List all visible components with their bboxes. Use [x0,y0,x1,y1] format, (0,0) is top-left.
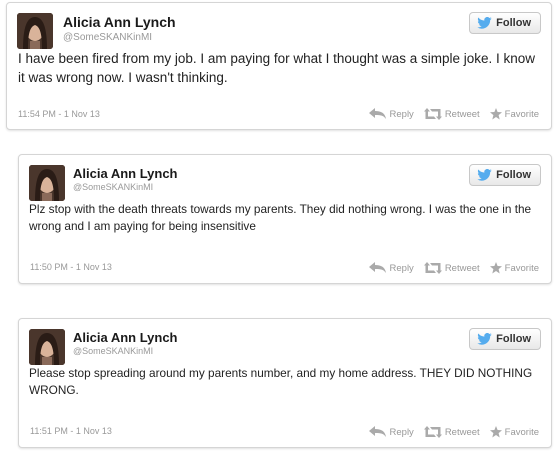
twitter-bird-icon [477,333,492,345]
follow-label: Follow [496,169,531,181]
twitter-bird-icon [477,169,492,181]
reply-button[interactable]: Reply [368,108,414,120]
author-name[interactable]: Alicia Ann Lynch [73,330,178,345]
favorite-label: Favorite [504,426,539,438]
retweet-label: Retweet [444,426,480,438]
tweet-card: Alicia Ann Lynch @SomeSKANKinMI Follow P… [18,318,552,448]
favorite-button[interactable]: Favorite [489,426,539,438]
retweet-button[interactable]: Retweet [423,108,480,120]
follow-button[interactable]: Follow [469,12,541,34]
author-name[interactable]: Alicia Ann Lynch [63,14,176,30]
retweet-icon [423,426,442,438]
avatar-image [17,13,53,49]
follow-label: Follow [496,333,531,345]
avatar[interactable] [29,165,65,201]
avatar-image [29,165,65,201]
retweet-icon [423,108,442,120]
reply-button[interactable]: Reply [368,426,414,438]
reply-icon [368,262,386,273]
reply-icon [368,108,386,119]
reply-label: Reply [389,262,414,274]
retweet-icon [423,262,442,274]
tweet-actions: Reply Retweet Favorite [368,262,539,274]
star-icon [489,108,502,120]
author-handle[interactable]: @SomeSKANKinMI [63,32,152,43]
tweet-timestamp[interactable]: 11:50 PM - 1 Nov 13 [30,262,112,272]
reply-icon [368,426,386,437]
tweet-timestamp[interactable]: 11:51 PM - 1 Nov 13 [30,426,112,436]
reply-button[interactable]: Reply [368,262,414,274]
favorite-button[interactable]: Favorite [489,108,539,120]
star-icon [489,426,502,438]
reply-label: Reply [389,108,414,120]
retweet-label: Retweet [444,262,480,274]
favorite-label: Favorite [504,108,539,120]
follow-button[interactable]: Follow [469,328,541,350]
tweet-timestamp[interactable]: 11:54 PM - 1 Nov 13 [18,109,100,119]
follow-label: Follow [496,17,531,29]
star-icon [489,262,502,274]
avatar[interactable] [29,329,65,365]
tweet-actions: Reply Retweet Favorite [368,426,539,438]
author-handle[interactable]: @SomeSKANKinMI [73,346,153,356]
tweet-card: Alicia Ann Lynch @SomeSKANKinMI Follow I… [6,2,552,130]
favorite-button[interactable]: Favorite [489,262,539,274]
retweet-label: Retweet [444,108,480,120]
tweet-text: Please stop spreading around my parents … [29,366,533,397]
twitter-bird-icon [477,17,492,29]
tweet-text: I have been fired from my job. I am payi… [18,51,536,86]
tweet-actions: Reply Retweet Favorite [368,108,539,120]
retweet-button[interactable]: Retweet [423,426,480,438]
retweet-button[interactable]: Retweet [423,262,480,274]
follow-button[interactable]: Follow [469,164,541,186]
tweet-card: Alicia Ann Lynch @SomeSKANKinMI Follow P… [18,154,552,284]
author-handle[interactable]: @SomeSKANKinMI [73,182,153,192]
avatar[interactable] [17,13,53,49]
tweet-text: Plz stop with the death threats towards … [29,202,532,233]
author-name[interactable]: Alicia Ann Lynch [73,166,178,181]
favorite-label: Favorite [504,262,539,274]
reply-label: Reply [389,426,414,438]
avatar-image [29,329,65,365]
